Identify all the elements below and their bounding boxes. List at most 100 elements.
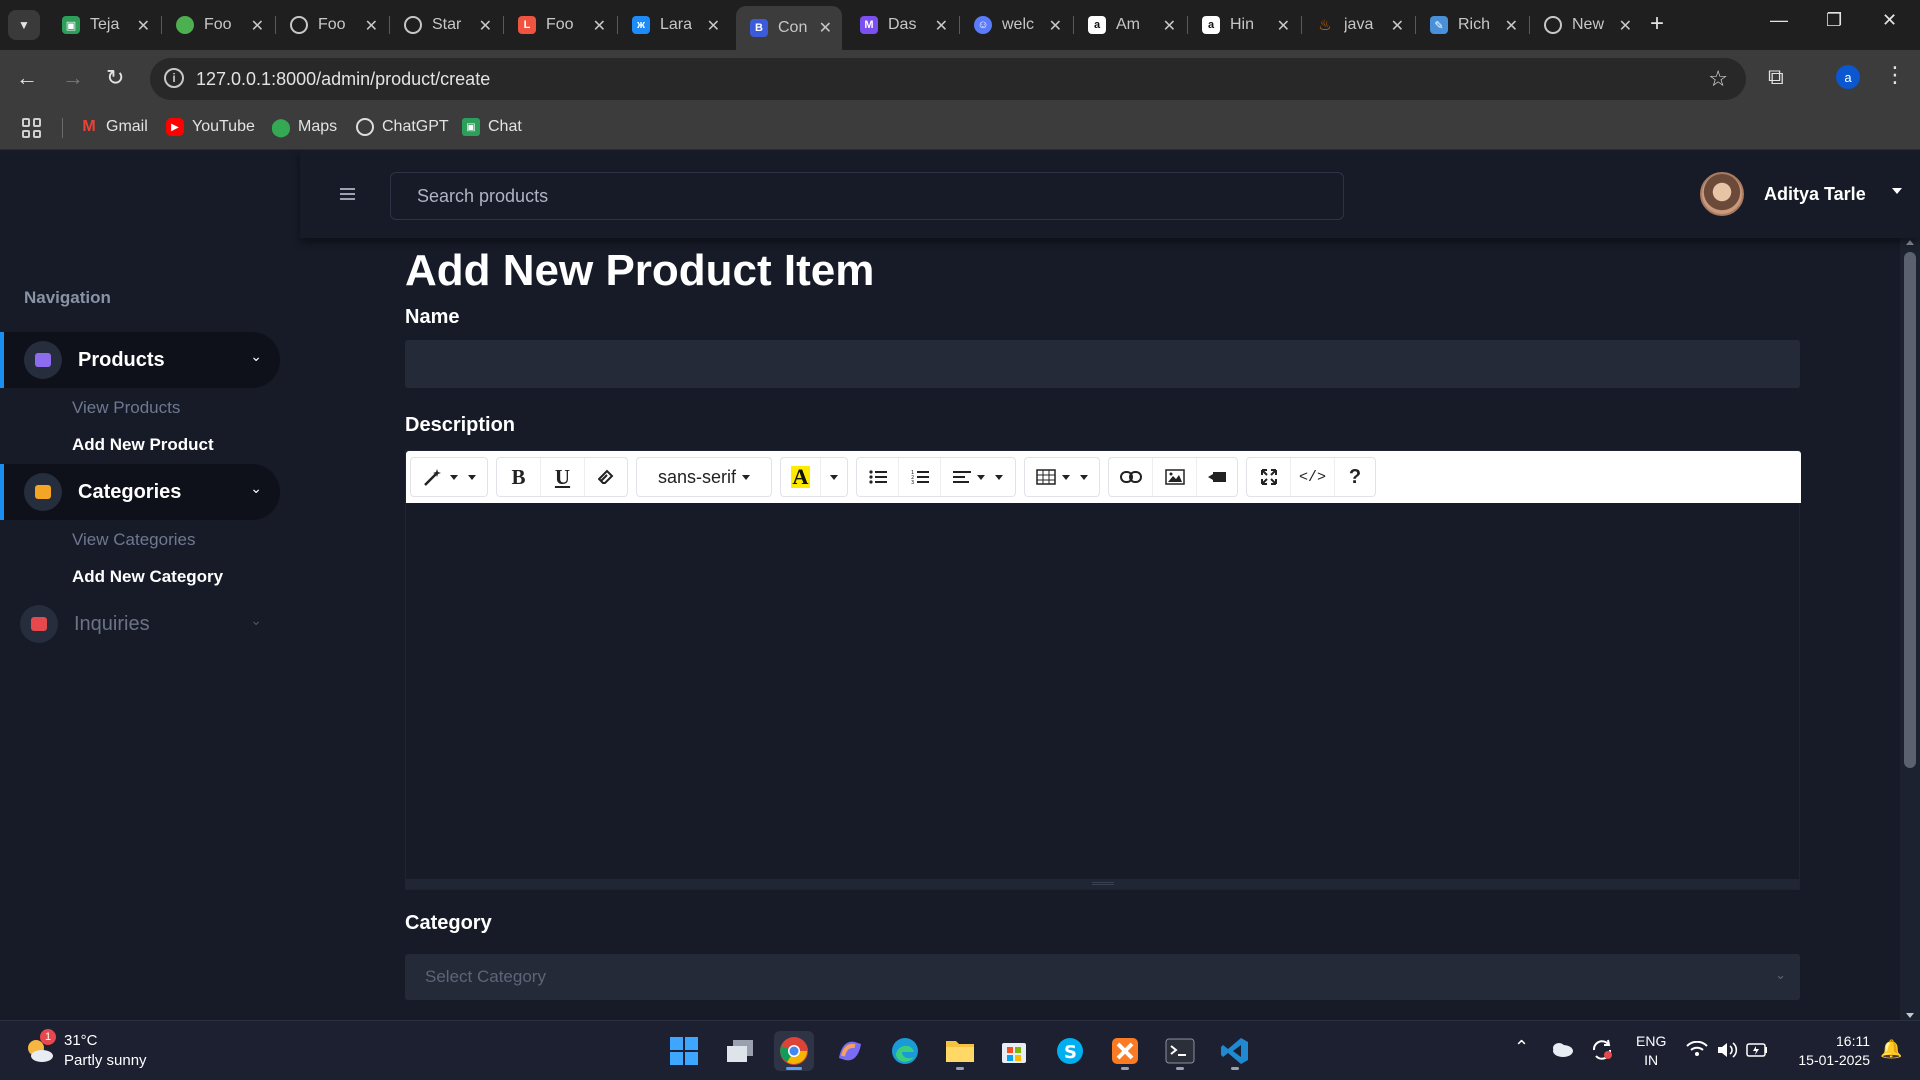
sidebar-subitem-add-new-product[interactable]: Add New Product (72, 435, 214, 455)
name-field[interactable] (405, 340, 1800, 388)
close-icon[interactable]: ✕ (819, 18, 832, 38)
weather-temperature[interactable]: 31°C (64, 1032, 98, 1049)
browser-tab[interactable]: ✎ Rich ✕ (1416, 8, 1528, 42)
tab-search-button[interactable]: ▼ (8, 10, 40, 40)
minimize-icon[interactable]: — (1770, 10, 1788, 31)
close-icon[interactable]: ✕ (935, 16, 948, 36)
taskbar-edge[interactable] (885, 1031, 925, 1071)
browser-tab[interactable]: ж Lara ✕ (618, 8, 730, 42)
bold-button[interactable]: B (497, 458, 541, 496)
bookmark-chatgpt[interactable]: ChatGPT (356, 118, 449, 136)
browser-tab[interactable]: a Hin ✕ (1188, 8, 1300, 42)
sync-icon[interactable] (1590, 1039, 1614, 1061)
sidebar-item-products[interactable]: Products ⌄ (0, 332, 280, 388)
underline-button[interactable]: U (541, 458, 585, 496)
insert-link-button[interactable] (1109, 458, 1153, 496)
taskbar-file-explorer[interactable] (940, 1031, 980, 1071)
caret-down-icon[interactable] (1892, 188, 1902, 194)
taskbar-skype[interactable]: S (1050, 1031, 1090, 1071)
editor-resize-handle[interactable] (406, 879, 1799, 889)
browser-tab[interactable]: ☺ welc ✕ (960, 8, 1072, 42)
text-color-button[interactable]: A (781, 458, 821, 496)
taskbar-store[interactable] (994, 1031, 1034, 1071)
taskbar-terminal[interactable] (1160, 1031, 1200, 1071)
browser-tab[interactable]: ♨ java ✕ (1302, 8, 1414, 42)
table-button[interactable] (1025, 458, 1099, 496)
scroll-down-arrow[interactable] (1906, 1013, 1914, 1018)
code-view-button[interactable]: </> (1291, 458, 1335, 496)
profile-avatar[interactable]: a (1836, 65, 1860, 89)
taskbar-chrome[interactable] (774, 1031, 814, 1071)
insert-image-button[interactable] (1153, 458, 1197, 496)
bookmark-maps[interactable]: ⬤ Maps (271, 117, 337, 137)
volume-icon[interactable] (1716, 1041, 1738, 1059)
browser-tab[interactable]: Star ✕ (390, 8, 502, 42)
close-icon[interactable]: ✕ (1619, 16, 1632, 36)
browser-tab[interactable]: New ✕ (1530, 8, 1642, 42)
sidebar-subitem-view-categories[interactable]: View Categories (72, 530, 195, 550)
avatar[interactable] (1700, 172, 1744, 216)
sidebar-item-inquiries[interactable]: Inquiries ⌄ (0, 596, 280, 652)
battery-icon[interactable] (1746, 1043, 1768, 1057)
wifi-icon[interactable] (1686, 1041, 1708, 1057)
browser-menu-icon[interactable]: ⋮ (1884, 62, 1906, 88)
sidebar-subitem-add-new-category[interactable]: Add New Category (72, 567, 223, 587)
color-dropdown-button[interactable] (821, 458, 847, 496)
close-icon[interactable]: ✕ (1391, 16, 1404, 36)
close-icon[interactable]: ✕ (251, 16, 264, 36)
close-icon[interactable]: ✕ (365, 16, 378, 36)
close-icon[interactable]: ✕ (137, 16, 150, 36)
help-button[interactable]: ? (1335, 458, 1375, 496)
fullscreen-button[interactable] (1247, 458, 1291, 496)
bookmark-youtube[interactable]: ▶ YouTube (166, 118, 255, 136)
close-icon[interactable]: ✕ (1505, 16, 1518, 36)
menu-toggle-icon[interactable] (340, 188, 355, 200)
site-info-icon[interactable]: i (164, 68, 184, 88)
url-text[interactable]: 127.0.0.1:8000/admin/product/create (196, 69, 490, 90)
browser-tab[interactable]: ▣ Teja ✕ (48, 8, 160, 42)
bookmark-gmail[interactable]: M Gmail (80, 118, 147, 136)
close-icon[interactable]: ✕ (479, 16, 492, 36)
browser-tab[interactable]: a Am ✕ (1074, 8, 1186, 42)
apps-grid-icon[interactable] (22, 118, 42, 138)
user-name[interactable]: Aditya Tarle (1764, 184, 1866, 205)
close-icon[interactable]: ✕ (1049, 16, 1062, 36)
font-family-select[interactable]: sans-serif (637, 458, 771, 496)
language-indicator[interactable]: ENG IN (1636, 1032, 1666, 1070)
ordered-list-button[interactable]: 123 (899, 458, 941, 496)
bookmark-chat[interactable]: ▣ Chat (462, 118, 522, 136)
new-tab-button[interactable]: + (1650, 10, 1664, 38)
taskbar-vscode[interactable] (1215, 1031, 1255, 1071)
system-clock[interactable]: 16:11 15-01-2025 (1786, 1032, 1870, 1070)
taskbar-xampp[interactable] (1105, 1031, 1145, 1071)
align-button[interactable] (941, 458, 1015, 496)
window-close-icon[interactable]: ✕ (1882, 10, 1897, 31)
eraser-button[interactable] (585, 458, 627, 496)
close-icon[interactable]: ✕ (1163, 16, 1176, 36)
onedrive-icon[interactable] (1550, 1041, 1574, 1057)
magic-style-button[interactable] (411, 458, 487, 496)
sidebar-subitem-view-products[interactable]: View Products (72, 398, 180, 418)
browser-tab[interactable]: L Foo ✕ (504, 8, 616, 42)
back-icon[interactable]: ← (16, 64, 38, 92)
task-view-button[interactable] (720, 1031, 760, 1071)
bookmark-star-icon[interactable]: ☆ (1708, 66, 1728, 92)
address-bar[interactable]: i 127.0.0.1:8000/admin/product/create ☆ (150, 58, 1746, 100)
browser-tab[interactable]: M Das ✕ (846, 8, 958, 42)
close-icon[interactable]: ✕ (593, 16, 606, 36)
browser-tab[interactable]: Foo ✕ (162, 8, 274, 42)
taskbar-copilot[interactable] (830, 1031, 870, 1071)
windows-start-button[interactable] (664, 1031, 704, 1071)
search-input[interactable] (390, 172, 1344, 220)
scroll-thumb[interactable] (1904, 252, 1916, 768)
browser-tab-active[interactable]: B Con ✕ (736, 6, 842, 50)
close-icon[interactable]: ✕ (707, 16, 720, 36)
editor-content-area[interactable] (406, 503, 1799, 879)
browser-tab[interactable]: Foo ✕ (276, 8, 388, 42)
scroll-up-arrow[interactable] (1906, 240, 1914, 245)
restore-icon[interactable]: ❐ (1826, 10, 1842, 31)
weather-description[interactable]: Partly sunny (64, 1052, 147, 1069)
extensions-icon[interactable]: ⧉ (1768, 64, 1784, 90)
unordered-list-button[interactable] (857, 458, 899, 496)
close-icon[interactable]: ✕ (1277, 16, 1290, 36)
